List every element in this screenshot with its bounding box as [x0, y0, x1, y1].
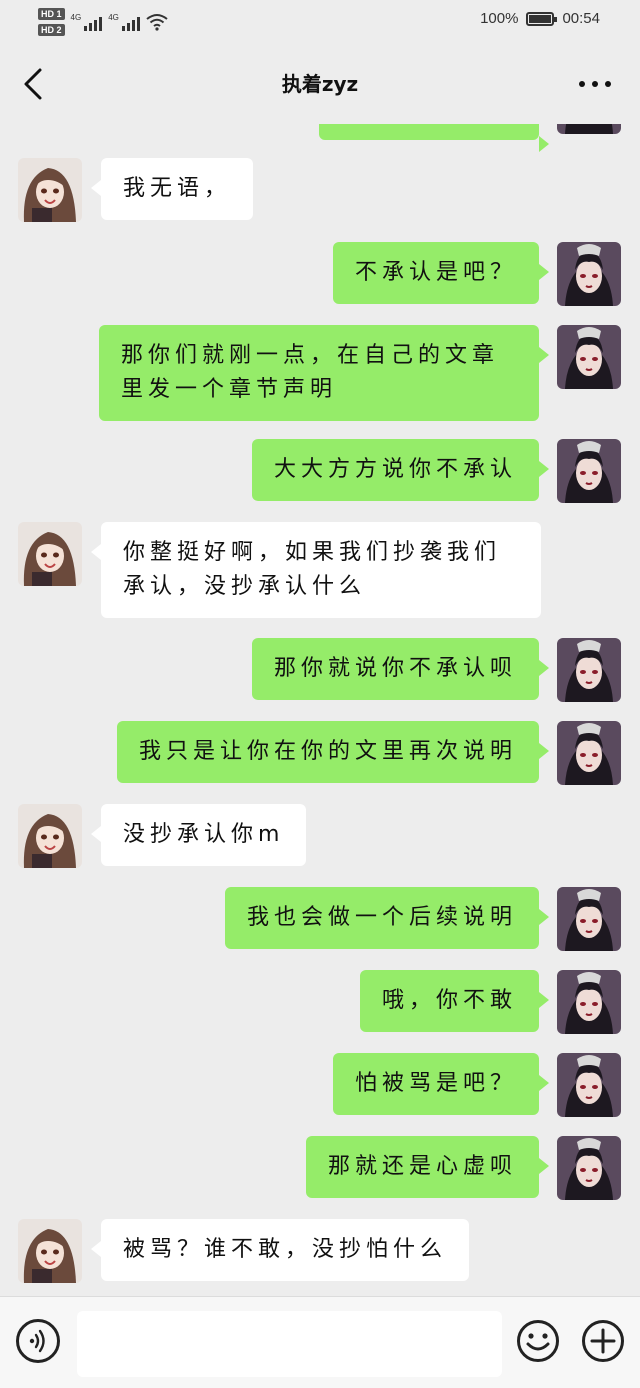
voice-button[interactable]	[16, 1319, 60, 1363]
signal-icon-1: 4G	[71, 13, 103, 31]
message-bubble[interactable]: 我只是让你在你的文里再次说明	[116, 721, 550, 783]
message-bubble[interactable]: 那就还是心虚呗	[305, 1136, 550, 1198]
my-avatar[interactable]	[557, 124, 621, 134]
message-bubble[interactable]: 被骂？谁不敢，没抄怕什么	[90, 1219, 470, 1281]
my-avatar[interactable]	[557, 439, 621, 503]
chat-title: 执着zyz	[281, 72, 359, 96]
message-bubble[interactable]: 你整挺好啊，如果我们抄袭我们承认，没抄承认什么	[91, 522, 541, 618]
my-avatar[interactable]	[557, 721, 621, 785]
my-avatar[interactable]	[557, 638, 621, 702]
contact-avatar[interactable]	[18, 804, 82, 868]
battery-icon	[526, 11, 558, 26]
my-avatar[interactable]	[557, 1053, 621, 1117]
my-avatar[interactable]	[557, 325, 621, 389]
message-input[interactable]	[77, 1311, 502, 1377]
message-bubble[interactable]: 那你们就刚一点，在自己的文章里发一个章节声明	[99, 325, 549, 421]
my-avatar[interactable]	[557, 242, 621, 306]
wifi-icon	[146, 14, 168, 31]
nav-bar: 执着zyz	[0, 44, 640, 124]
my-avatar[interactable]	[557, 887, 621, 951]
voice-icon	[29, 1329, 45, 1353]
contact-avatar[interactable]	[18, 522, 82, 586]
contact-avatar[interactable]	[18, 158, 82, 222]
more-button[interactable]	[578, 74, 612, 94]
contact-avatar[interactable]	[18, 1219, 82, 1283]
my-avatar[interactable]	[557, 1136, 621, 1200]
status-left: HD 1 HD 2 4G 4G	[38, 4, 168, 40]
hd2-badge: HD 2	[38, 24, 65, 36]
hd1-badge: HD 1	[38, 8, 65, 20]
status-bar: HD 1 HD 2 4G 4G 100% 00:54	[0, 0, 640, 44]
message-bubble[interactable]: 没抄承认你m	[90, 804, 307, 866]
plus-button[interactable]	[581, 1319, 625, 1363]
message-bubble[interactable]: 我无语，	[90, 158, 254, 220]
message-bubble[interactable]: 我也会做一个后续说明	[224, 887, 550, 949]
message-bubble[interactable]: 怕被骂是吧？	[332, 1053, 550, 1115]
my-avatar[interactable]	[557, 970, 621, 1034]
message-bubble[interactable]	[319, 124, 549, 152]
status-right: 100% 00:54	[480, 10, 600, 27]
emoji-icon	[517, 1320, 559, 1362]
message-bubble[interactable]: 不承认是吧？	[332, 242, 550, 304]
clock: 00:54	[562, 10, 600, 27]
message-bubble[interactable]: 那你就说你不承认呗	[251, 638, 550, 700]
input-bar	[0, 1296, 640, 1388]
plus-icon	[582, 1320, 624, 1362]
message-bubble[interactable]: 大大方方说你不承认	[251, 439, 550, 501]
emoji-button[interactable]	[516, 1319, 560, 1363]
signal-icon-2: 4G	[108, 13, 140, 31]
more-icon	[579, 81, 611, 87]
message-bubble[interactable]: 哦，你不敢	[359, 970, 550, 1032]
battery-percent: 100%	[480, 10, 519, 27]
chat-area[interactable]: 我无语， 不承认是吧？ 那你们就刚一点，在自己的文章里发一个章节声明 大大方方说…	[0, 124, 640, 1296]
